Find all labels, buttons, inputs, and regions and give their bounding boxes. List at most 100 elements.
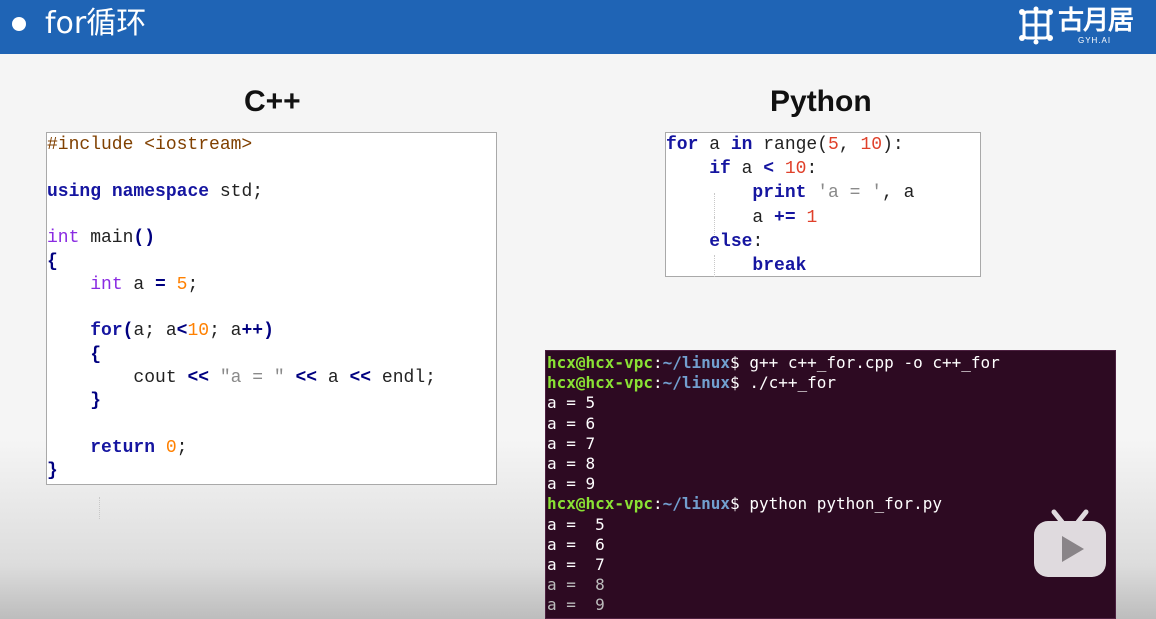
code-token: ; a bbox=[209, 321, 242, 342]
code-line: } bbox=[47, 459, 58, 483]
code-token: : bbox=[752, 231, 764, 252]
code-token: { bbox=[90, 344, 102, 365]
terminal-output-line: a = 5 bbox=[547, 515, 605, 535]
code-token: namespace bbox=[111, 181, 210, 202]
prompt-colon: : bbox=[652, 494, 663, 514]
terminal-output-line: a = 9 bbox=[547, 474, 595, 494]
cpp-heading: C++ bbox=[244, 85, 301, 118]
code-token: 5 bbox=[828, 135, 839, 155]
code-token: #include <iostream> bbox=[47, 135, 253, 155]
terminal-output: hcx@hcx-vpc:~/linux$ g++ c++_for.cpp -o … bbox=[545, 350, 1116, 619]
code-line: for a in range(5, 10): bbox=[666, 133, 904, 157]
terminal-output-line: a = 7 bbox=[547, 434, 595, 454]
slide-title: for循环 bbox=[45, 6, 147, 41]
prompt-command: $ python python_for.py bbox=[730, 494, 942, 514]
code-token: += bbox=[774, 207, 796, 228]
code-line: a += 1 bbox=[666, 206, 817, 230]
prompt-user: hcx@hcx-vpc bbox=[547, 373, 653, 393]
terminal-output-line: a = 5 bbox=[547, 393, 595, 413]
code-token: < bbox=[176, 321, 188, 342]
terminal-output-text: a = 7 bbox=[547, 433, 596, 453]
code-token: using bbox=[47, 181, 102, 202]
code-token: ++) bbox=[241, 321, 274, 342]
code-token: endl; bbox=[371, 368, 436, 388]
code-token: int bbox=[47, 228, 80, 249]
code-token: 'a = ' bbox=[817, 183, 883, 204]
code-token: main bbox=[79, 228, 134, 249]
code-token: a bbox=[698, 135, 731, 155]
code-token: ; bbox=[187, 274, 199, 295]
code-token: "a = " bbox=[219, 368, 285, 388]
code-line: break bbox=[666, 254, 806, 278]
bilibili-play-icon[interactable] bbox=[1032, 508, 1108, 578]
prompt-path: ~/linux bbox=[662, 494, 731, 514]
terminal-output-text: a = 5 bbox=[547, 514, 605, 534]
code-token: a bbox=[122, 274, 156, 295]
code-token: 0 bbox=[165, 437, 177, 458]
code-line: { bbox=[47, 250, 58, 274]
code-line: { bbox=[47, 343, 101, 367]
code-token: ): bbox=[882, 135, 904, 155]
code-token: int bbox=[90, 274, 123, 295]
logo-subtext: GYH.AI bbox=[1078, 36, 1112, 45]
terminal-output-text: a = 8 bbox=[547, 575, 605, 595]
code-line: int a = 5; bbox=[47, 273, 198, 297]
terminal-output-text: a = 7 bbox=[547, 555, 605, 574]
prompt-colon: : bbox=[652, 373, 663, 393]
terminal-prompt-line: hcx@hcx-vpc:~/linux$ ./c++_for bbox=[547, 373, 836, 393]
logo-mark-icon bbox=[1019, 6, 1053, 45]
slide-header: for循环 古月居 GYH.AI bbox=[0, 0, 1156, 54]
code-token: 5 bbox=[176, 274, 188, 295]
indent-guide bbox=[99, 497, 100, 519]
prompt-path: ~/linux bbox=[662, 353, 731, 372]
terminal-prompt-line: hcx@hcx-vpc:~/linux$ g++ c++_for.cpp -o … bbox=[547, 353, 1000, 373]
code-line: #include <iostream> bbox=[47, 133, 252, 157]
code-token: for bbox=[666, 135, 699, 155]
code-token: 10 bbox=[784, 159, 807, 180]
code-token: 1 bbox=[806, 207, 818, 228]
code-token: 10 bbox=[860, 135, 883, 155]
code-token: << bbox=[295, 368, 318, 388]
terminal-output-text: a = 9 bbox=[547, 474, 596, 494]
terminal-output-line: a = 6 bbox=[547, 414, 595, 434]
terminal-output-line: a = 8 bbox=[547, 575, 605, 595]
prompt-colon: : bbox=[652, 353, 663, 372]
terminal-output-line: a = 9 bbox=[547, 595, 605, 615]
code-line: else: bbox=[666, 230, 763, 254]
code-token: cout bbox=[47, 368, 188, 388]
python-code-block: for a in range(5, 10): if a < 10: print … bbox=[665, 132, 981, 277]
bullet-icon bbox=[12, 17, 26, 31]
terminal-output-text: a = 5 bbox=[547, 393, 596, 413]
prompt-path: ~/linux bbox=[662, 373, 731, 393]
code-token: < bbox=[763, 159, 775, 180]
code-line: print 'a = ', a bbox=[666, 181, 914, 205]
code-token: ( bbox=[122, 321, 134, 342]
code-token: << bbox=[349, 368, 372, 388]
code-line: using namespace std; bbox=[47, 180, 263, 204]
terminal-output-line: a = 7 bbox=[547, 555, 605, 575]
terminal-output-line: a = 6 bbox=[547, 535, 605, 555]
prompt-user: hcx@hcx-vpc bbox=[547, 353, 653, 372]
terminal-output-text: a = 6 bbox=[547, 534, 605, 554]
terminal-output-text: a = 9 bbox=[547, 595, 605, 615]
cpp-code-block: #include <iostream> using namespace std; i… bbox=[46, 132, 497, 519]
code-token: a bbox=[317, 368, 350, 388]
gyh-logo-icon: 古月居 GYH.AI bbox=[1018, 4, 1148, 48]
code-token: a; a bbox=[133, 321, 177, 342]
code-token: , bbox=[838, 135, 861, 155]
prompt-command: $ g++ c++_for.cpp -o c++_for bbox=[730, 353, 1000, 372]
code-token: in bbox=[730, 135, 753, 155]
code-token: if bbox=[709, 159, 731, 180]
